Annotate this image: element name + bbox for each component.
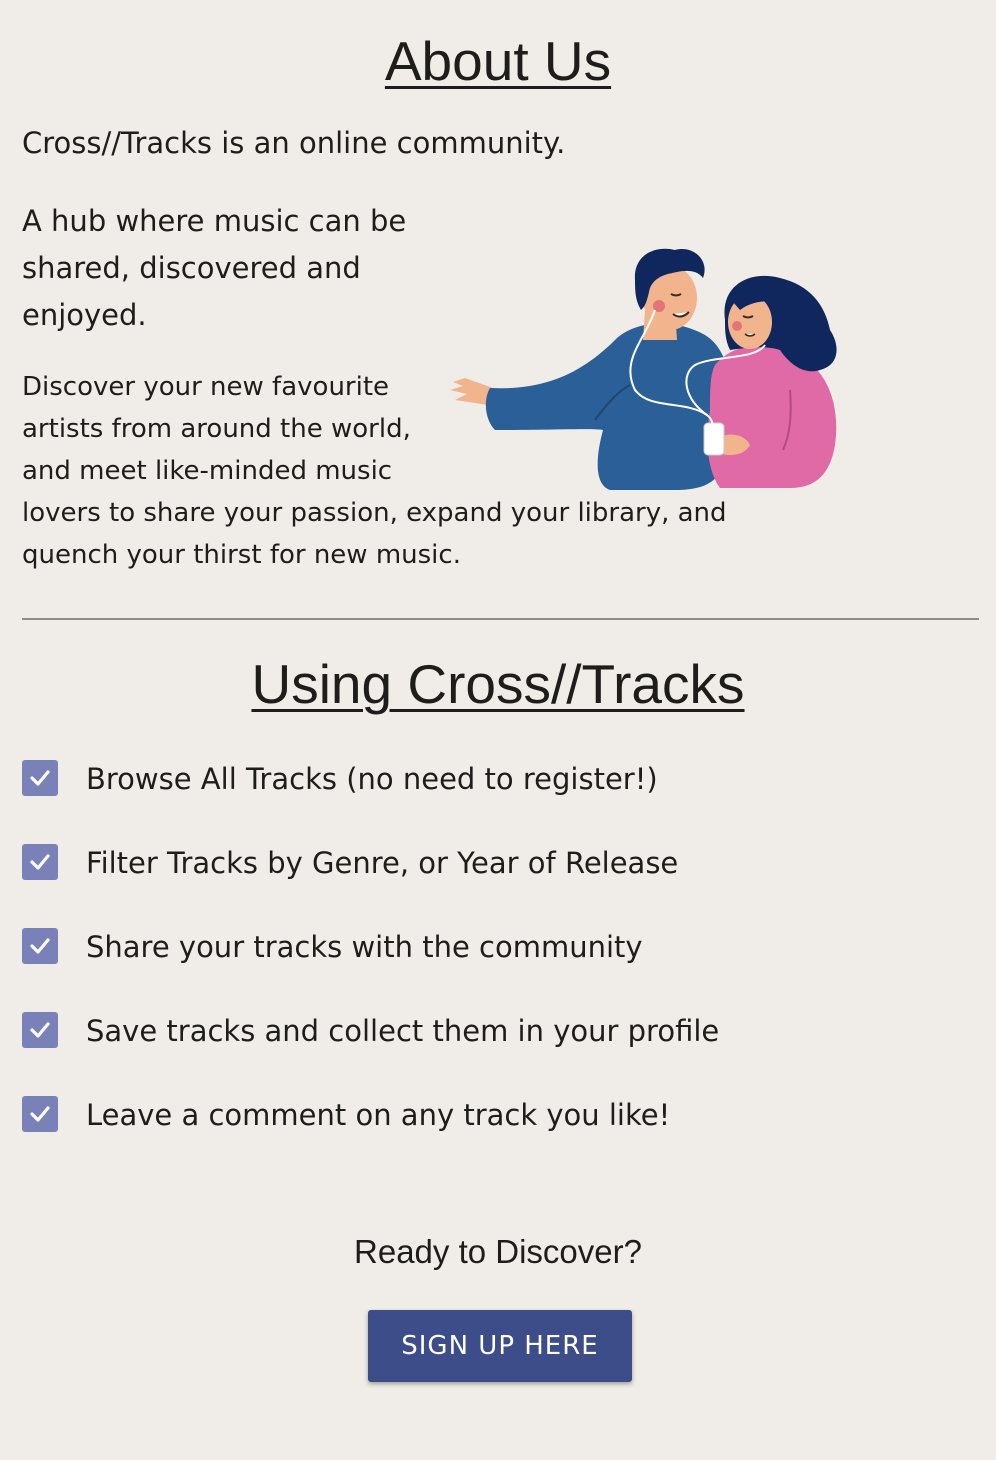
feature-checkbox[interactable] — [22, 1012, 58, 1048]
feature-item: Browse All Tracks (no need to register!) — [22, 760, 719, 844]
feature-item: Save tracks and collect them in your pro… — [22, 1012, 719, 1096]
checkmark-icon — [30, 1106, 50, 1122]
checkmark-icon — [30, 1022, 50, 1038]
about-intro-text: Cross//Tracks is an online community. — [22, 126, 566, 160]
feature-item: Share your tracks with the community — [22, 928, 719, 1012]
about-hub-text: A hub where music can be shared, discove… — [22, 204, 407, 332]
using-crosstracks-heading: Using Cross//Tracks — [251, 653, 745, 715]
feature-item: Leave a comment on any track you like! — [22, 1096, 719, 1180]
feature-label: Filter Tracks by Genre, or Year of Relea… — [86, 846, 679, 880]
checkmark-icon — [30, 938, 50, 954]
couple-listening-music-illustration — [450, 248, 837, 490]
feature-label: Browse All Tracks (no need to register!) — [86, 762, 658, 796]
sign-up-button[interactable]: SIGN UP HERE — [368, 1310, 632, 1382]
man-sweater — [485, 323, 732, 490]
ready-to-discover-heading: Ready to Discover? — [354, 1233, 642, 1270]
checkmark-icon — [30, 854, 50, 870]
feature-label: Leave a comment on any track you like! — [86, 1098, 671, 1132]
feature-label: Share your tracks with the community — [86, 930, 643, 964]
feature-checkbox[interactable] — [22, 928, 58, 964]
checkmark-icon — [30, 770, 50, 786]
feature-label: Save tracks and collect them in your pro… — [86, 1014, 720, 1048]
section-divider — [22, 618, 979, 620]
feature-list: Browse All Tracks (no need to register!)… — [22, 760, 719, 1180]
about-page: About Us Cross//Tracks is an online comm… — [0, 0, 996, 1460]
feature-checkbox[interactable] — [22, 760, 58, 796]
about-us-heading: About Us — [384, 30, 612, 92]
music-player — [703, 422, 725, 456]
feature-checkbox[interactable] — [22, 844, 58, 880]
feature-checkbox[interactable] — [22, 1096, 58, 1132]
feature-item: Filter Tracks by Genre, or Year of Relea… — [22, 844, 719, 928]
